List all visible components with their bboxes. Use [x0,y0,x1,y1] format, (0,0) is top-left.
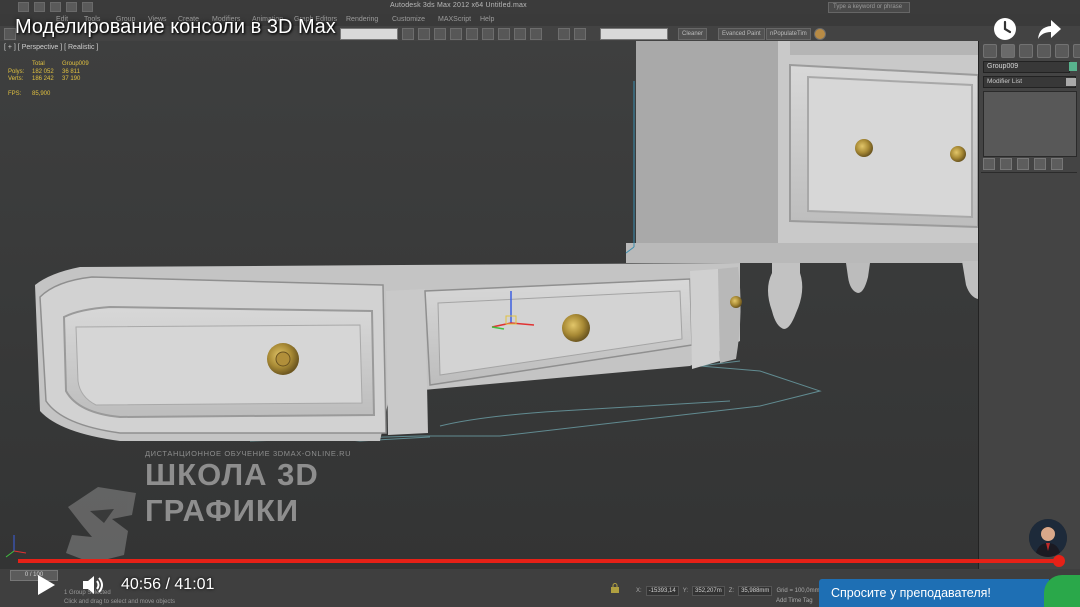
npopulate-button[interactable]: nPopulateTim [766,28,811,40]
y-label: Y: [682,588,689,594]
stats-header-group: Group009 [62,61,89,67]
stats-total: 186 242 [32,76,54,82]
watermark-line-2: ГРАФИКИ [145,493,300,528]
y-coordinate-field[interactable]: 352,207m [692,586,725,596]
ask-teacher-button[interactable]: Спросите у преподавателя! [819,579,1049,607]
progress-scrubber[interactable] [1052,555,1065,567]
watermark-line-1: ШКОЛА 3D [145,457,319,492]
move-icon[interactable] [434,28,446,40]
chat-toggle-tab[interactable] [1044,575,1080,607]
avatar[interactable] [1029,519,1067,557]
share-arrow-icon[interactable] [1036,16,1062,42]
z-label: Z: [728,588,735,594]
menu-maxscript[interactable]: MAXScript [438,16,471,23]
stats-row: Verts: 186 242 37 190 [8,76,89,84]
modifier-list-dropdown[interactable]: Modifier List [983,76,1076,88]
menu-rendering[interactable]: Rendering [346,16,378,23]
coordinate-display: X: -15393,14 Y: 352,207m Z: 35,988mm Gri… [636,586,820,596]
menu-customize[interactable]: Customize [392,16,425,23]
quick-access-toolbar [18,2,93,12]
redo-icon[interactable] [82,2,93,12]
search-input[interactable]: Type a keyword or phrase [828,2,910,13]
progress-fill [18,559,1059,563]
stats-header-row: Total Group009 [8,61,89,69]
named-selection-dropdown[interactable] [600,28,668,40]
selection-filter-dropdown[interactable] [340,28,398,40]
layer-icon[interactable] [574,28,586,40]
open-file-icon[interactable] [34,2,45,12]
display-tab-icon[interactable] [1055,44,1069,58]
stats-row: Polys: 182 052 36 811 [8,69,89,77]
window-title: Autodesk 3ds Max 2012 x64 Untitled.max [390,2,527,9]
show-end-result-icon[interactable] [1000,158,1012,170]
stats-header-total: Total [32,61,45,67]
duration: 41:01 [174,576,215,593]
cleaner-button[interactable]: Cleaner [678,28,708,40]
utilities-tab-icon[interactable] [1073,44,1080,58]
object-color-swatch[interactable] [1069,62,1077,71]
evanced-paint-button[interactable]: Evanced Paint [718,28,765,40]
fps-label: FPS: [8,90,22,97]
max-title-bar: Autodesk 3ds Max 2012 x64 Untitled.max T… [0,0,1080,14]
viewport-statistics: Total Group009 Polys: 182 052 36 811 Ver… [8,61,89,98]
modify-tab-icon[interactable] [1001,44,1015,58]
stats-total: 182 052 [32,68,54,75]
make-unique-icon[interactable] [1017,158,1029,170]
current-time: 40:56 [121,576,162,593]
prompt-line: Click and drag to select and move object… [64,599,176,605]
stats-label: Polys: [8,68,25,75]
screen: Autodesk 3ds Max 2012 x64 Untitled.max T… [0,0,1080,607]
configure-modifier-sets-icon[interactable] [1051,158,1063,170]
save-file-icon[interactable] [50,2,61,12]
rotate-icon[interactable] [450,28,462,40]
command-panel-tabs [983,44,1080,58]
chevron-down-icon[interactable] [1066,78,1076,86]
create-tab-icon[interactable] [983,44,997,58]
menu-help[interactable]: Help [480,16,494,23]
grid-size: Grid = 100,0mm [776,588,820,594]
time-display: 40:56 / 41:01 [121,576,214,594]
angle-snap-icon[interactable] [498,28,510,40]
new-file-icon[interactable] [18,2,29,12]
select-object-icon[interactable] [402,28,414,40]
volume-icon[interactable] [82,574,106,596]
time-separator: / [165,576,170,593]
object-name-field[interactable]: Group009 [983,61,1070,73]
x-label: X: [636,588,642,594]
modifier-stack[interactable] [983,91,1077,157]
percent-snap-icon[interactable] [514,28,526,40]
stats-label: Verts: [8,76,24,82]
fps-row: FPS: 85,900 [8,91,89,99]
hierarchy-tab-icon[interactable] [1019,44,1033,58]
clock-icon[interactable] [992,16,1018,42]
x-coordinate-field[interactable]: -15393,14 [645,586,679,596]
modifier-stack-tools [983,158,1063,170]
mirror-icon[interactable] [530,28,542,40]
snap-icon[interactable] [482,28,494,40]
command-panel: Group009 Modifier List [978,41,1080,569]
teacher-avatar-image [1029,519,1067,557]
stats-header-blank [8,61,32,69]
stats-group: 36 811 [62,68,80,75]
scale-icon[interactable] [466,28,478,40]
video-progress-bar[interactable] [18,555,1065,567]
viewport-label[interactable]: [ + ] [ Perspective ] [ Realistic ] [4,44,98,51]
add-time-tag[interactable]: Add Time Tag [776,598,813,604]
undo-icon[interactable] [66,2,77,12]
render-teapot-icon[interactable] [814,28,826,40]
stats-group: 37 190 [62,76,81,82]
select-by-name-icon[interactable] [418,28,430,40]
remove-modifier-icon[interactable] [1034,158,1046,170]
lock-icon[interactable] [610,583,620,593]
z-coordinate-field[interactable]: 35,988mm [738,586,773,596]
divider [981,172,1077,173]
video-title[interactable]: Моделирование консоли в 3D Max [15,16,336,39]
pin-stack-icon[interactable] [983,158,995,170]
perspective-viewport[interactable]: [ + ] [ Perspective ] [ Realistic ] Tota… [0,41,978,569]
fps-value: 85,900 [32,90,51,97]
play-icon[interactable] [36,574,56,596]
motion-tab-icon[interactable] [1037,44,1051,58]
align-icon[interactable] [558,28,570,40]
